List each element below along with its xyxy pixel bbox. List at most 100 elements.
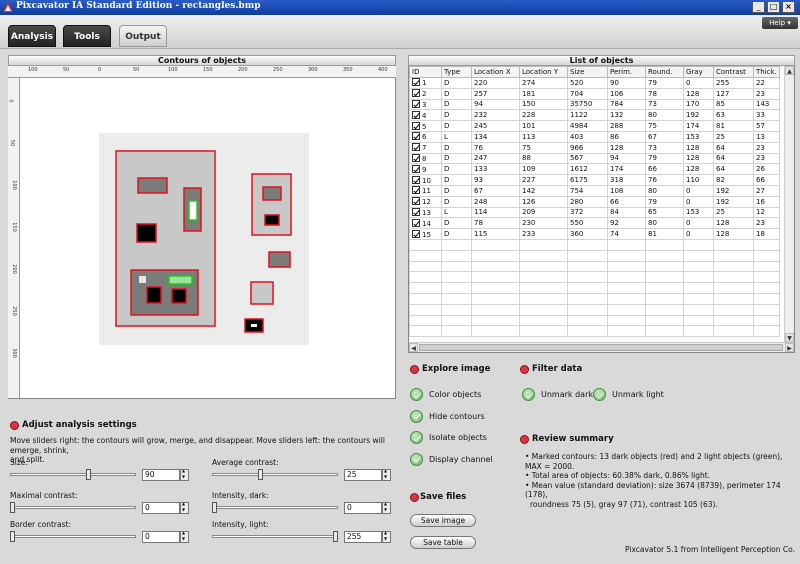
- slider-spin-button[interactable]: [180, 530, 189, 543]
- row-checkbox[interactable]: [412, 78, 420, 87]
- table-vertical-scrollbar[interactable]: ▲ ▼: [784, 66, 794, 342]
- column-header[interactable]: Size: [567, 66, 608, 78]
- row-checkbox[interactable]: [412, 121, 420, 130]
- close-button[interactable]: ×: [782, 1, 795, 13]
- slider-track[interactable]: [10, 535, 136, 538]
- column-header[interactable]: ID: [409, 66, 442, 78]
- slider-thumb[interactable]: [86, 469, 92, 480]
- table-cell: 567: [567, 152, 608, 165]
- tab-tools[interactable]: Tools: [63, 25, 111, 47]
- explore-option-label[interactable]: Hide contours: [429, 412, 485, 421]
- slider-thumb[interactable]: [10, 502, 15, 513]
- row-checkbox[interactable]: [412, 99, 420, 108]
- unmark-dark-check-icon[interactable]: [522, 388, 535, 401]
- slider-track[interactable]: [212, 535, 338, 538]
- save-table-button[interactable]: Save table: [410, 536, 476, 549]
- table-row[interactable]: [409, 292, 780, 305]
- tab-output[interactable]: Output: [119, 25, 167, 47]
- table-row[interactable]: 14 D 78 230 550 92 80 0 128 23: [409, 217, 780, 230]
- column-header[interactable]: Type: [441, 66, 472, 78]
- table-horizontal-scrollbar[interactable]: ◀ ▶: [409, 342, 794, 352]
- unmark-dark-label[interactable]: Unmark dark: [541, 390, 593, 399]
- slider-thumb[interactable]: [10, 531, 15, 542]
- table-row[interactable]: [409, 238, 780, 251]
- column-header[interactable]: Location Y: [519, 66, 568, 78]
- column-header[interactable]: Thick.: [753, 66, 780, 78]
- slider-value-input[interactable]: 90: [142, 469, 180, 481]
- slider-value-input[interactable]: 255: [344, 531, 382, 543]
- help-menu[interactable]: Help ▾: [762, 17, 798, 29]
- table-row[interactable]: 11 D 67 142 754 108 80 0 192 27: [409, 184, 780, 197]
- table-row[interactable]: 12 D 248 126 280 66 79 0 192 16: [409, 195, 780, 208]
- slider-spin-button[interactable]: [382, 501, 391, 514]
- explore-check-icon[interactable]: [410, 388, 423, 401]
- table-row[interactable]: [409, 314, 780, 327]
- column-header[interactable]: Contrast: [713, 66, 754, 78]
- table-row[interactable]: 7 D 76 75 966 128 73 128 64 23: [409, 141, 780, 154]
- table-row[interactable]: [409, 260, 780, 273]
- slider-thumb[interactable]: [333, 531, 338, 542]
- slider-spin-button[interactable]: [382, 530, 391, 543]
- contours-canvas[interactable]: [21, 79, 395, 398]
- table-row[interactable]: [409, 282, 780, 294]
- explore-check-icon[interactable]: [410, 452, 423, 466]
- slider-thumb[interactable]: [212, 502, 217, 513]
- slider-value-input[interactable]: 25: [344, 469, 382, 481]
- table-row[interactable]: [409, 325, 780, 338]
- slider-spin-button[interactable]: [180, 468, 189, 481]
- row-checkbox[interactable]: [412, 164, 420, 173]
- table-row[interactable]: 2 D 257 181 704 106 78 128 127 23: [409, 87, 780, 100]
- unmark-light-check-icon[interactable]: [593, 388, 606, 401]
- tab-analysis[interactable]: Analysis: [8, 25, 56, 47]
- row-checkbox[interactable]: [412, 229, 420, 238]
- explore-option-label[interactable]: Color objects: [429, 390, 481, 399]
- slider-track[interactable]: [212, 473, 338, 476]
- table-row[interactable]: 13 L 114 209 372 84 65 153 25 12: [409, 206, 780, 219]
- maximize-button[interactable]: □: [767, 1, 780, 13]
- table-row[interactable]: 10 D 93 227 6175 318 76 110 82 66: [409, 174, 780, 186]
- slider-value-input[interactable]: 0: [142, 502, 180, 514]
- slider-value-input[interactable]: 0: [344, 502, 382, 514]
- unmark-light-label[interactable]: Unmark light: [612, 390, 664, 399]
- table-row[interactable]: 15 D 115 233 360 74 81 0 128 18: [409, 228, 780, 240]
- slider-value-input[interactable]: 0: [142, 531, 180, 543]
- row-checkbox[interactable]: [412, 153, 420, 162]
- row-checkbox[interactable]: [412, 110, 420, 119]
- slider-spin-button[interactable]: [382, 468, 391, 481]
- table-row[interactable]: 1 D 220 274 520 90 79 0 255 22: [409, 77, 780, 89]
- table-row[interactable]: 3 D 94 150 35750 784 73 170 85 143: [409, 98, 780, 111]
- row-checkbox[interactable]: [412, 175, 420, 184]
- row-checkbox[interactable]: [412, 89, 420, 98]
- table-row[interactable]: 6 L 134 113 403 86 67 153 25 13: [409, 130, 780, 143]
- table-row[interactable]: [409, 303, 780, 316]
- slider-spin-button[interactable]: [180, 501, 189, 514]
- row-checkbox[interactable]: [412, 186, 420, 195]
- explore-check-icon[interactable]: [410, 409, 423, 423]
- table-row[interactable]: [409, 271, 780, 284]
- column-header[interactable]: Location X: [471, 66, 520, 78]
- row-checkbox[interactable]: [412, 132, 420, 141]
- table-row[interactable]: 4 D 232 228 1122 132 80 192 63 33: [409, 109, 780, 122]
- table-cell: 127: [713, 87, 754, 100]
- table-row[interactable]: 5 D 245 101 4984 288 75 174 81 57: [409, 120, 780, 132]
- save-image-button[interactable]: Save image: [410, 514, 476, 527]
- table-row[interactable]: 8 D 247 88 567 94 79 128 64 23: [409, 152, 780, 165]
- explore-option-label[interactable]: Isolate objects: [429, 433, 487, 442]
- row-checkbox[interactable]: [412, 218, 420, 227]
- explore-option-label[interactable]: Display channel: [429, 455, 493, 464]
- slider-track[interactable]: [10, 473, 136, 476]
- column-header[interactable]: Gray: [683, 66, 714, 78]
- row-checkbox[interactable]: [412, 197, 420, 206]
- scroll-thumb[interactable]: [419, 344, 783, 351]
- slider-thumb[interactable]: [257, 469, 263, 480]
- row-checkbox[interactable]: [412, 143, 420, 152]
- slider-track[interactable]: [10, 506, 136, 509]
- row-checkbox[interactable]: [412, 207, 420, 216]
- explore-check-icon[interactable]: [410, 431, 423, 444]
- column-header[interactable]: Perim.: [607, 66, 646, 78]
- minimize-button[interactable]: _: [752, 1, 765, 13]
- column-header[interactable]: Round.: [645, 66, 684, 78]
- table-row[interactable]: 9 D 133 109 1612 174 66 128 64 26: [409, 163, 780, 176]
- slider-track[interactable]: [212, 506, 338, 509]
- table-row[interactable]: [409, 249, 780, 262]
